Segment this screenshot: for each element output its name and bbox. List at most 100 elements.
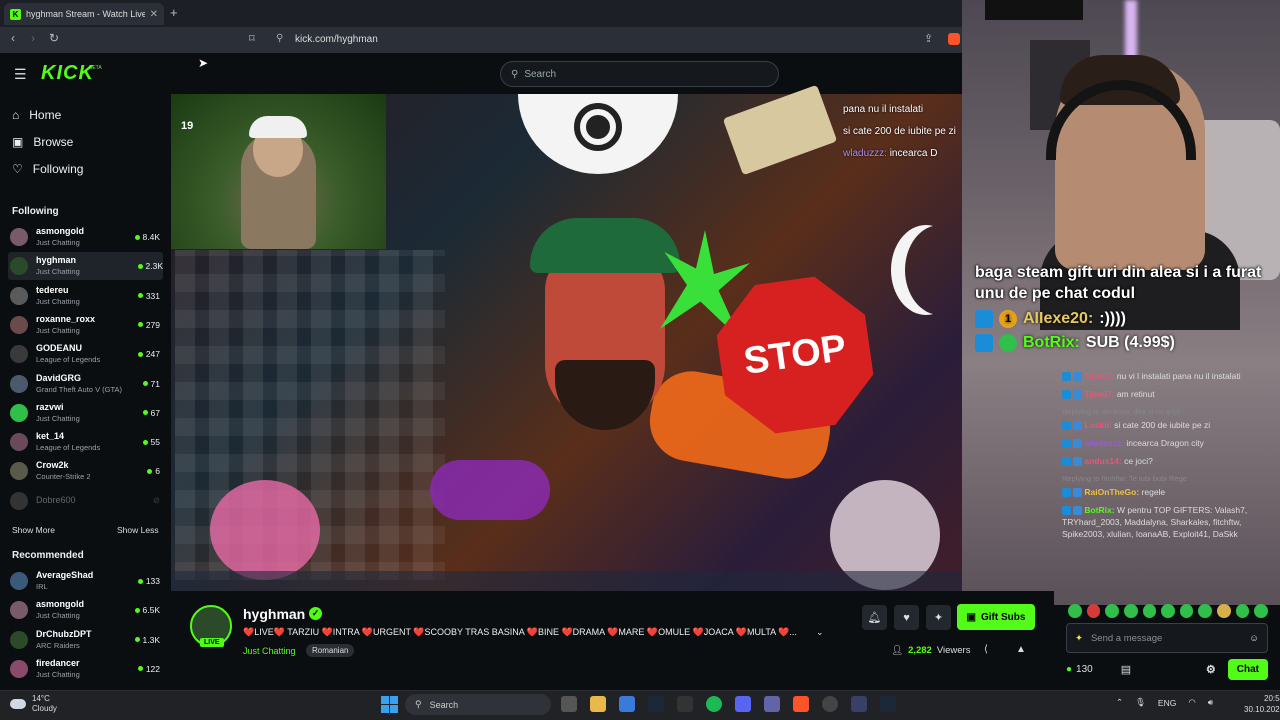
chat-message[interactable]: andus14: ce joci? — [1062, 455, 1280, 467]
browser-tab[interactable]: K hyghman Stream - Watch Live... ✕ — [4, 3, 164, 25]
chat-username[interactable]: wladuzzz: — [1084, 438, 1124, 448]
app-icon[interactable] — [677, 696, 693, 712]
sidebar-channel-firedancer[interactable]: firedancer Just Chatting 122 — [10, 655, 160, 683]
channel-name: AverageShad — [36, 570, 94, 580]
teams-icon[interactable] — [764, 696, 780, 712]
sparkle-button-icon[interactable]: ✦ — [926, 605, 951, 630]
live-dot-icon — [142, 410, 148, 416]
big-chat-row: 1 AIIexe20: :)))) — [975, 310, 1275, 328]
taskbar-search[interactable]: ⚲ Search — [405, 694, 551, 715]
channel-name: razvwi — [36, 401, 64, 412]
chevron-down-icon[interactable]: ⌄ — [816, 627, 824, 638]
site-info-icon[interactable]: ⚲ — [276, 33, 283, 44]
chat-message[interactable]: BotRix: W pentru TOP GIFTERS: Valash7, T… — [1062, 504, 1280, 540]
steam-icon[interactable] — [648, 696, 664, 712]
show-less-link[interactable]: Show Less — [117, 525, 159, 535]
channel-points[interactable]: ● 130 — [1066, 664, 1093, 675]
channel-avatar — [10, 572, 28, 590]
share-icon[interactable]: ⟨ — [984, 644, 988, 655]
sidebar-channel-crow2k[interactable]: Crow2k Counter-Strike 2 6 — [10, 457, 160, 485]
channel-category: Just Chatting — [36, 669, 80, 679]
streamer-name[interactable]: hyghman — [243, 606, 305, 622]
chat-message-input[interactable]: ✦ Send a message ☺ — [1066, 623, 1268, 653]
chat-message[interactable]: Tibo07: nu vi l instalati pana nu il ins… — [1062, 370, 1280, 382]
sidebar-channel-asmongold[interactable]: asmongold Just Chatting 6.5K — [10, 596, 160, 624]
nav-following[interactable]: ♡ Following — [12, 162, 83, 176]
sidebar-channel-drchubzdpt[interactable]: DrChubzDPT ARC Raiders 1.3K — [10, 626, 160, 654]
nav-browse[interactable]: ▣ Browse — [12, 135, 73, 149]
show-more-link[interactable]: Show More — [12, 525, 55, 535]
sidebar-channel-razvwi[interactable]: razvwi Just Chatting 67 — [10, 399, 160, 427]
emoji-icon[interactable]: ☺ — [1249, 633, 1259, 644]
settings-gear-icon[interactable]: ⚙ — [1206, 663, 1216, 676]
chat-message[interactable]: Loskii: si cate 200 de iubite pe zi — [1062, 419, 1280, 431]
stream-tag[interactable]: Romanian — [306, 644, 355, 657]
hamburger-menu-icon[interactable]: ☰ — [14, 66, 27, 83]
sidebar-channel-roxanne_roxx[interactable]: roxanne_roxx Just Chatting 279 — [10, 311, 160, 339]
chat-username[interactable]: andus14: — [1084, 456, 1121, 466]
viewer-count: 6 — [147, 466, 160, 476]
tray-chevron-icon[interactable]: ⌃ — [1116, 697, 1123, 708]
share-icon[interactable]: ⇪ — [924, 32, 933, 45]
chat-message[interactable]: Tibo07: am retinut — [1062, 388, 1280, 400]
chat-text: ce joci? — [1124, 456, 1153, 466]
chat-username[interactable]: BotRix: — [1084, 505, 1114, 515]
chat-message[interactable]: wladuzzz: incearca Dragon city — [1062, 437, 1280, 449]
channel-category: Just Chatting — [36, 296, 80, 306]
new-tab-button[interactable]: + — [170, 5, 178, 20]
back-icon[interactable]: ‹ — [11, 31, 15, 45]
chat-username[interactable]: Loskii: — [1084, 420, 1111, 430]
forward-icon[interactable]: › — [31, 31, 35, 45]
sidebar-channel-davidgrg[interactable]: DavidGRG Grand Theft Auto V (GTA) 71 — [10, 370, 160, 398]
notification-bell-icon[interactable]: 🔔︎ — [862, 605, 887, 630]
chat-username[interactable]: Tibo07: — [1084, 371, 1114, 381]
windows-start-icon[interactable] — [381, 696, 398, 713]
brave-shield-icon[interactable] — [948, 33, 960, 45]
sidebar-channel-dobre600[interactable]: Dobre600 ⊘ — [10, 487, 160, 515]
chat-send-button[interactable]: Chat — [1227, 658, 1268, 680]
chat-username[interactable]: RaiOnTheGo: — [1084, 487, 1139, 497]
steam-icon[interactable] — [880, 696, 896, 712]
kick-logo[interactable]: KICK — [41, 62, 94, 85]
search-input[interactable]: ⚲ Search — [500, 61, 779, 87]
sparkle-icon[interactable]: ✦ — [1075, 633, 1083, 644]
bookmark-icon[interactable]: ⌑ — [249, 32, 255, 45]
sidebar-channel-godeanu[interactable]: GODEANU League of Legends 247 — [10, 340, 160, 368]
sidebar-channel-ket_14[interactable]: ket_14 League of Legends 55 — [10, 428, 160, 456]
report-icon[interactable]: ▲ — [1016, 644, 1026, 655]
language-indicator[interactable]: ENG — [1158, 698, 1176, 708]
brave-browser-icon[interactable] — [793, 696, 809, 712]
file-explorer-icon[interactable] — [590, 696, 606, 712]
live-dot-icon — [142, 381, 148, 386]
points-icon: ● — [1066, 663, 1073, 675]
nav-home[interactable]: ⌂ Home — [12, 108, 61, 122]
store-icon[interactable]: ▤ — [1121, 663, 1131, 676]
sidebar-channel-tedereu[interactable]: tedereu Just Chatting 331 — [10, 282, 160, 310]
spotify-icon[interactable] — [706, 696, 722, 712]
system-clock[interactable]: 20:5430.10.2025 — [1244, 693, 1280, 715]
wifi-icon[interactable]: ◠ — [1188, 697, 1195, 708]
task-view-icon[interactable] — [561, 696, 577, 712]
follow-heart-icon[interactable]: ♥ — [894, 605, 919, 630]
store-app-icon[interactable] — [619, 696, 635, 712]
emote-icon — [1142, 604, 1157, 618]
mic-icon[interactable]: 🎙︎ — [1135, 697, 1146, 708]
weather-widget[interactable]: 14°C Cloudy — [10, 694, 57, 714]
gift-subs-button[interactable]: ▣ Gift Subs — [957, 604, 1035, 630]
sidebar-channel-averageshad[interactable]: AverageShad IRL 133 — [10, 567, 160, 595]
stream-category[interactable]: Just Chatting — [243, 646, 296, 656]
url-field[interactable]: kick.com/hyghman — [295, 34, 378, 45]
emote-bar[interactable] — [1068, 604, 1269, 618]
close-tab-icon[interactable]: ✕ — [150, 9, 158, 20]
app-icon[interactable] — [851, 696, 867, 712]
app-icon[interactable] — [822, 696, 838, 712]
sidebar-channel-asmongold[interactable]: asmongold Just Chatting 8.4K — [10, 223, 160, 251]
reload-icon[interactable]: ↻ — [49, 31, 59, 45]
volume-icon[interactable]: 🔊︎ — [1208, 697, 1213, 708]
tab-title: hyghman Stream - Watch Live... — [26, 9, 145, 19]
chat-username[interactable]: Tibo07: — [1084, 389, 1114, 399]
live-dot-icon — [137, 666, 143, 672]
sidebar-channel-hyghman[interactable]: hyghman Just Chatting 2.3K — [8, 252, 163, 281]
chat-message[interactable]: RaiOnTheGo: regele — [1062, 486, 1280, 498]
discord-icon[interactable] — [735, 696, 751, 712]
